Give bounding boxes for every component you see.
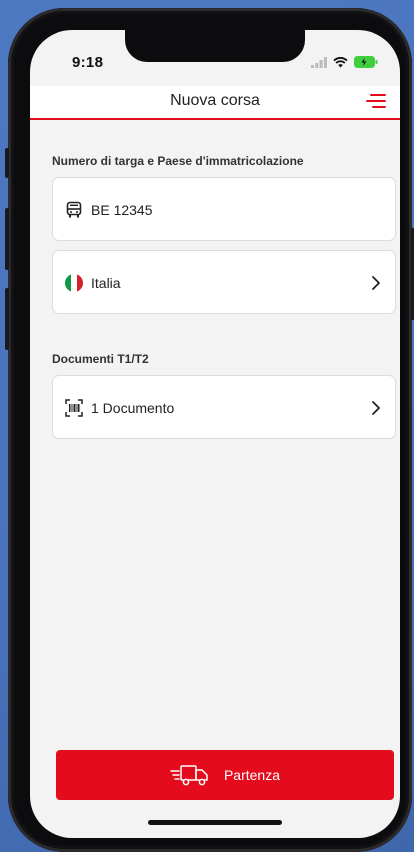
plate-number-field[interactable]: BE 12345 — [52, 177, 396, 241]
home-indicator[interactable] — [148, 820, 282, 825]
signal-icon — [311, 56, 327, 68]
phone-frame: 9:18 Nuova corsa Numero di targa e Paese… — [5, 8, 414, 852]
volume-down-button — [5, 288, 9, 350]
camera-notch — [125, 30, 305, 62]
app-screen: 9:18 Nuova corsa Numero di targa e Paese… — [30, 30, 400, 838]
documents-section-label: Documenti T1/T2 — [52, 352, 149, 366]
country-value: Italia — [91, 275, 121, 291]
plate-section-label: Numero di targa e Paese d'immatricolazio… — [52, 154, 304, 168]
documents-selector[interactable]: 1 Documento — [52, 375, 396, 439]
status-icons — [311, 56, 378, 68]
chevron-right-icon — [372, 401, 380, 415]
documents-value: 1 Documento — [91, 400, 175, 416]
plate-number-value: BE 12345 — [91, 202, 153, 218]
app-header: Nuova corsa — [30, 86, 400, 120]
status-time: 9:18 — [72, 54, 104, 71]
menu-icon[interactable] — [366, 94, 386, 110]
delivery-truck-icon — [170, 765, 208, 786]
battery-icon — [354, 56, 378, 68]
mute-switch — [5, 148, 9, 178]
volume-up-button — [5, 208, 9, 270]
departure-button-label: Partenza — [223, 767, 281, 783]
departure-button[interactable]: Partenza — [56, 750, 394, 800]
italy-flag-icon — [65, 274, 83, 292]
page-title: Nuova corsa — [170, 92, 260, 109]
country-selector[interactable]: Italia — [52, 250, 396, 314]
bus-icon — [66, 201, 82, 218]
chevron-right-icon — [372, 276, 380, 290]
barcode-scan-icon — [65, 399, 83, 417]
wifi-icon — [333, 56, 348, 67]
